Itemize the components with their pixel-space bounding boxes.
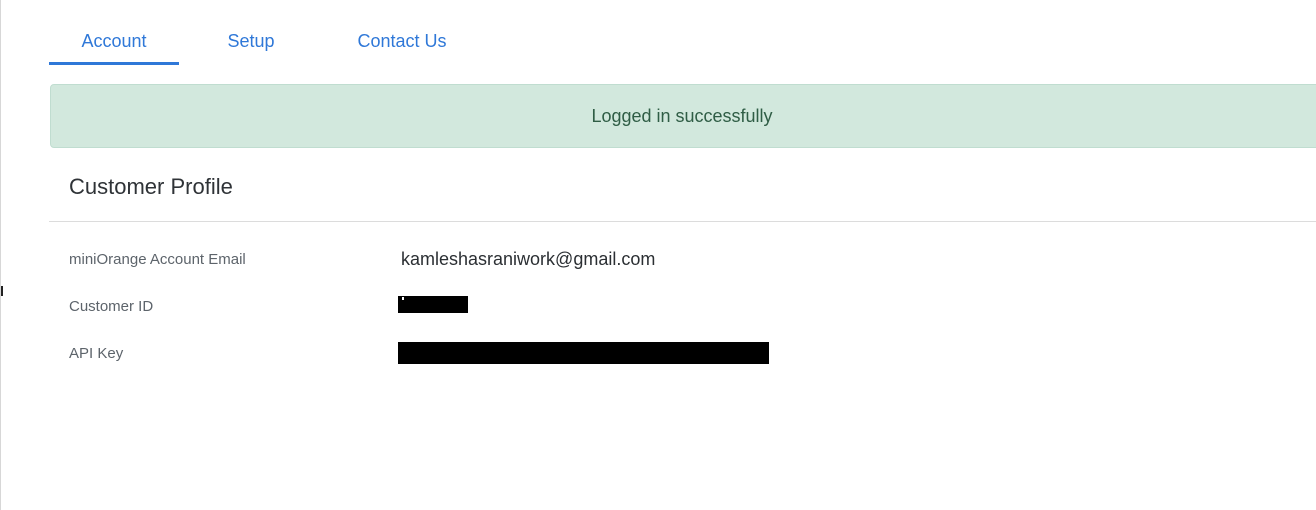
tab-contact-us-label: Contact Us bbox=[357, 31, 447, 51]
plugin-settings-panel: Account Setup Contact Us Logged in succe… bbox=[0, 0, 1316, 510]
success-alert: Logged in successfully bbox=[50, 84, 1316, 148]
api-key-redacted-value bbox=[398, 342, 769, 364]
success-alert-message: Logged in successfully bbox=[591, 105, 773, 126]
tab-bar: Account Setup Contact Us bbox=[49, 18, 481, 65]
tab-account[interactable]: Account bbox=[49, 18, 179, 65]
tab-setup[interactable]: Setup bbox=[179, 18, 323, 65]
edge-marker bbox=[1, 286, 3, 296]
email-value: kamleshasraniwork@gmail.com bbox=[401, 249, 656, 269]
email-label: miniOrange Account Email bbox=[69, 251, 246, 268]
api-key-label: API Key bbox=[69, 345, 124, 362]
tab-account-label: Account bbox=[81, 31, 147, 51]
section-title: Customer Profile bbox=[69, 174, 233, 199]
customer-id-redacted-value bbox=[398, 296, 468, 313]
customer-id-label: Customer ID bbox=[69, 298, 154, 315]
tab-setup-label: Setup bbox=[227, 31, 275, 51]
section-divider bbox=[49, 221, 1316, 222]
tab-contact-us[interactable]: Contact Us bbox=[323, 18, 481, 65]
